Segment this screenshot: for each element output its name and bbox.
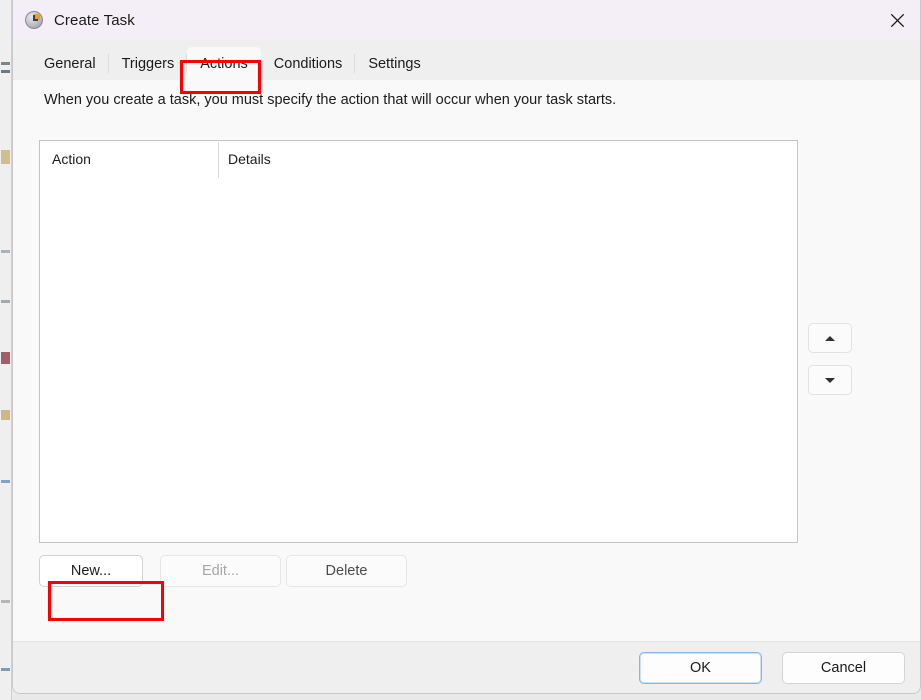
triangle-down-icon — [825, 377, 835, 383]
edit-button[interactable]: Edit... — [160, 555, 281, 587]
move-down-button[interactable] — [808, 365, 852, 395]
tab-conditions[interactable]: Conditions — [261, 47, 356, 80]
tab-actions[interactable]: Actions — [187, 47, 261, 80]
tab-panel-actions: When you create a task, you must specify… — [13, 80, 920, 641]
tab-label: Triggers — [121, 55, 175, 72]
title-bar: Create Task — [13, 0, 920, 40]
ok-button[interactable]: OK — [639, 652, 762, 684]
cancel-button[interactable]: Cancel — [782, 652, 905, 684]
tab-triggers[interactable]: Triggers — [109, 47, 188, 80]
task-scheduler-clock-icon — [25, 11, 43, 29]
triangle-up-icon — [825, 335, 835, 341]
new-button[interactable]: New... — [39, 555, 143, 587]
column-header-details[interactable]: Details — [228, 151, 271, 167]
tab-label: Settings — [368, 55, 421, 72]
tab-settings[interactable]: Settings — [355, 47, 433, 80]
tab-label: Actions — [200, 55, 248, 72]
close-icon[interactable] — [874, 0, 920, 40]
tab-label: Conditions — [273, 55, 343, 72]
actions-list-header: Action Details — [40, 141, 797, 178]
delete-button[interactable]: Delete — [286, 555, 407, 587]
column-header-action[interactable]: Action — [52, 151, 91, 167]
background-window-sliver — [0, 0, 12, 700]
tab-strip: General Triggers Actions Conditions Sett… — [13, 40, 920, 80]
move-up-button[interactable] — [808, 323, 852, 353]
tab-general[interactable]: General — [31, 47, 109, 80]
create-task-dialog: Create Task General Triggers Actions Con… — [12, 0, 921, 694]
actions-list[interactable]: Action Details — [39, 140, 798, 543]
dialog-footer: OK Cancel — [13, 641, 920, 693]
window-title: Create Task — [54, 11, 135, 29]
column-divider — [218, 142, 219, 178]
tab-label: General — [44, 55, 96, 72]
instruction-text: When you create a task, you must specify… — [44, 92, 617, 108]
